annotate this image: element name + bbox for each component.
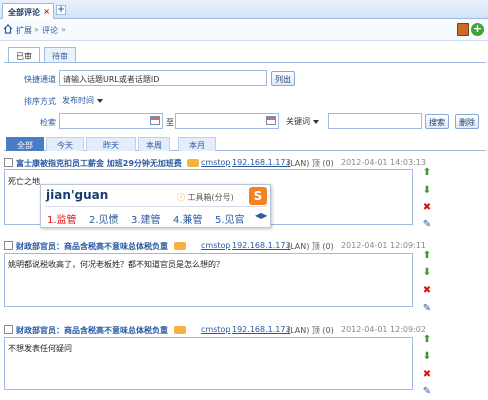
ime-candidate[interactable]: 4.兼管 <box>173 211 203 226</box>
info-icon: ⓘ <box>177 193 185 202</box>
tab-divider <box>4 62 486 63</box>
delete-icon[interactable]: ✖ <box>422 203 432 213</box>
ime-composition: jian'guan <box>46 188 109 202</box>
comment-title[interactable]: 富士康被指克扣员工薪金 加班29分钟无加班费 <box>16 158 182 169</box>
comment-lan: (LAN) 顶 (0) <box>287 242 334 251</box>
breadcrumb-comments[interactable]: 评论 <box>42 25 58 36</box>
end-date-input[interactable] <box>175 113 279 129</box>
list-button[interactable]: 列出 <box>271 71 295 86</box>
comment-time: 2012-04-01 12:09:11 <box>341 241 426 250</box>
breadcrumb-separator: » <box>34 25 39 34</box>
chevron-down-icon <box>313 119 319 124</box>
search-button[interactable]: 搜索 <box>425 114 449 129</box>
move-down-icon[interactable]: ⬇ <box>422 352 432 362</box>
comment-user[interactable]: cmstop <box>201 241 230 250</box>
tab-date-all[interactable]: 全部 <box>6 137 44 151</box>
move-down-icon[interactable]: ⬇ <box>422 268 432 278</box>
edit-icon[interactable]: ✎ <box>422 220 432 230</box>
to-label: 至 <box>166 118 174 127</box>
comment-user[interactable]: cmstop <box>201 325 230 334</box>
add-tab-icon[interactable]: + <box>56 5 66 15</box>
add-circle-icon[interactable]: + <box>471 23 484 36</box>
comment-checkbox[interactable] <box>4 158 13 167</box>
comment-ip[interactable]: 192.168.1.173 <box>232 158 291 167</box>
breadcrumb-extend[interactable]: 扩展 <box>16 25 32 36</box>
tab-label: 全部评论 <box>8 8 40 17</box>
comment-time: 2012-04-01 12:09:02 <box>341 325 426 334</box>
tab-approved[interactable]: 已审 <box>8 47 40 63</box>
comment-time: 2012-04-01 14:03:13 <box>341 158 426 167</box>
comment-lan: (LAN) 顶 (0) <box>287 159 334 168</box>
ime-candidate[interactable]: 5.见官 <box>215 211 245 226</box>
breadcrumb-separator: » <box>61 25 66 34</box>
comment-text: 不想发表任何疑问 <box>8 344 72 353</box>
calendar-icon[interactable] <box>150 116 160 125</box>
ime-candidate[interactable]: 2.见惯 <box>89 211 119 226</box>
comment-ip[interactable]: 192.168.1.173 <box>232 241 291 250</box>
breadcrumb: 扩展 » 评论 » + <box>0 19 488 41</box>
tab-pending[interactable]: 待审 <box>44 47 76 63</box>
sogou-logo-icon: S <box>249 187 267 205</box>
ime-toolbox[interactable]: ⓘ 工具箱(分号) <box>177 192 234 203</box>
ime-toolbox-label: 工具箱(分号) <box>187 193 234 202</box>
delete-button[interactable]: 删除 <box>455 114 479 129</box>
move-down-icon[interactable]: ⬇ <box>422 186 432 196</box>
move-up-icon[interactable]: ⬆ <box>422 251 432 261</box>
calendar-icon[interactable] <box>266 116 276 125</box>
comment-flag-icon <box>174 242 186 250</box>
comment-text: 死亡之地 <box>8 177 40 186</box>
ime-candidate[interactable]: 3.建管 <box>131 211 161 226</box>
tab-date-yesterday[interactable]: 昨天 <box>86 137 136 151</box>
search-label: 检索 <box>40 118 56 127</box>
home-icon[interactable] <box>3 24 13 34</box>
ime-candidate-window: jian'guan ⓘ 工具箱(分号) S 1.监管 2.见惯 3.建管 4.兼… <box>40 184 271 228</box>
edit-icon[interactable]: ✎ <box>422 304 432 314</box>
tab-date-month[interactable]: 本月 <box>178 137 216 151</box>
comment-ip[interactable]: 192.168.1.173 <box>232 325 291 334</box>
quick-channel-label: 快捷通道 <box>24 75 56 84</box>
chevron-down-icon <box>97 98 103 103</box>
delete-icon[interactable]: ✖ <box>422 286 432 296</box>
keyword-input[interactable] <box>328 113 422 129</box>
comment-checkbox[interactable] <box>4 241 13 250</box>
comment-checkbox[interactable] <box>4 325 13 334</box>
sort-label: 排序方式 <box>24 97 56 106</box>
move-up-icon[interactable]: ⬆ <box>422 335 432 345</box>
ime-candidate[interactable]: 1.监管 <box>47 211 77 226</box>
comment-flag-icon <box>187 159 199 167</box>
comment-lan: (LAN) 顶 (0) <box>287 326 334 335</box>
tab-date-today[interactable]: 今天 <box>46 137 84 151</box>
keyword-select[interactable]: 关键词 <box>283 113 322 129</box>
comment-title[interactable]: 财政部官员：商品含税高不意味总体税负重 <box>16 325 168 336</box>
sort-select[interactable]: 发布时间 <box>59 92 106 108</box>
tab-strip: 全部评论 × + <box>0 0 488 19</box>
move-up-icon[interactable]: ⬆ <box>422 168 432 178</box>
delete-icon[interactable]: ✖ <box>422 370 432 380</box>
comment-user[interactable]: cmstop <box>201 158 230 167</box>
ime-page-nav-icon[interactable]: ◀▶ <box>255 211 267 220</box>
comment-flag-icon <box>174 326 186 334</box>
comment-text: 姚明都说税收高了，何况老板姓？都不知道官员是怎么想的？ <box>8 260 224 269</box>
topic-url-input[interactable]: 请输入话题URL或者话题ID <box>59 70 267 86</box>
comment-text-box[interactable]: 姚明都说税收高了，何况老板姓？都不知道官员是怎么想的？ <box>4 253 413 307</box>
sort-value: 发布时间 <box>62 96 94 105</box>
ime-divider <box>45 206 267 207</box>
tab-close-icon[interactable]: × <box>43 7 50 16</box>
edit-icon[interactable]: ✎ <box>422 387 432 397</box>
comment-title[interactable]: 财政部官员：商品含税高不意味总体税负重 <box>16 241 168 252</box>
comment-text-box[interactable]: 不想发表任何疑问 <box>4 337 413 390</box>
start-date-input[interactable] <box>59 113 163 129</box>
tab-all-comments[interactable]: 全部评论 × <box>2 3 54 19</box>
tab-date-week[interactable]: 本周 <box>138 137 170 151</box>
book-icon[interactable] <box>457 23 469 36</box>
keyword-value: 关键词 <box>286 117 310 126</box>
